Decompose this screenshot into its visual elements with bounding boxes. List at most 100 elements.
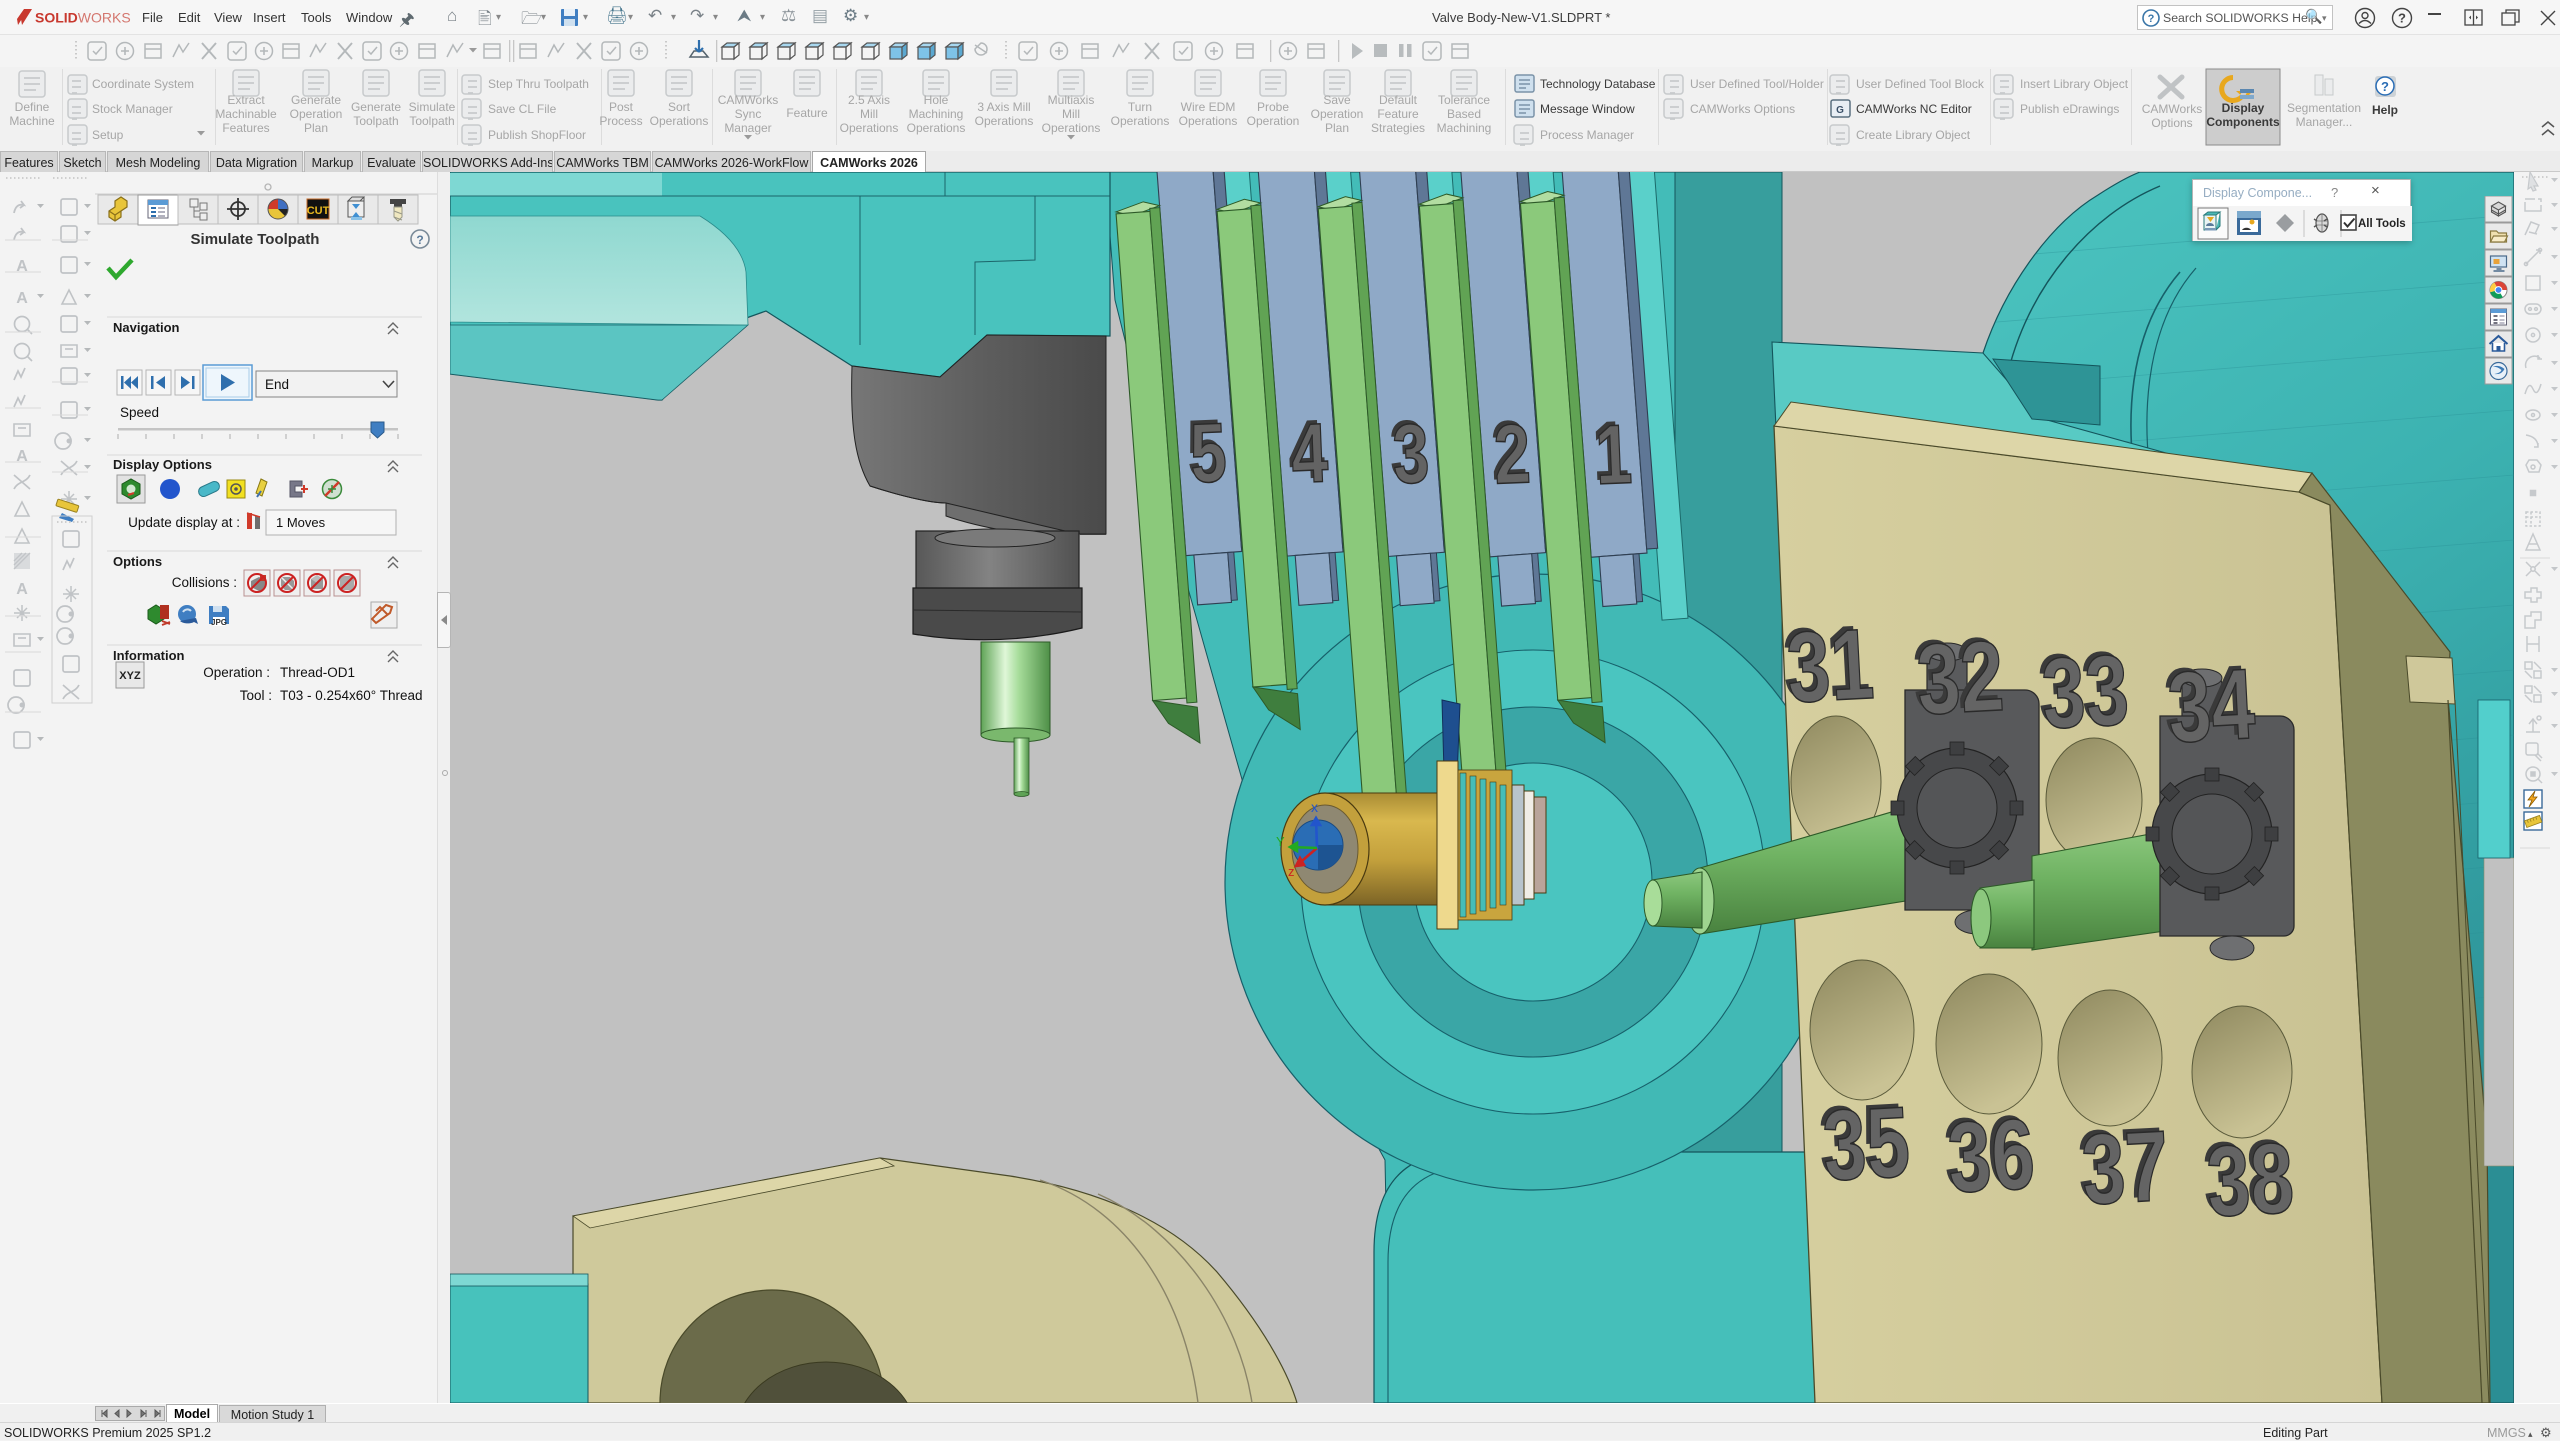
svg-text:JPG: JPG xyxy=(211,618,227,627)
svg-text:Multiaxis: Multiaxis xyxy=(1048,93,1095,107)
svg-text:All Tools: All Tools xyxy=(2358,218,2406,230)
svg-text:Generate: Generate xyxy=(291,93,341,107)
svg-text:Process: Process xyxy=(599,114,642,128)
svg-text:Feature: Feature xyxy=(786,106,828,120)
svg-text:End: End xyxy=(265,377,289,392)
svg-text:Segmentation: Segmentation xyxy=(2287,101,2361,115)
svg-text:Speed: Speed xyxy=(120,405,159,420)
svg-text:Display Options: Display Options xyxy=(113,457,212,472)
svg-text:Manager: Manager xyxy=(724,121,771,135)
svg-text:Plan: Plan xyxy=(304,121,328,135)
svg-text:Operations: Operations xyxy=(1111,114,1170,128)
svg-text:Mill: Mill xyxy=(1062,107,1080,121)
svg-text:Post: Post xyxy=(609,100,634,114)
svg-text:38: 38 xyxy=(2204,1123,2296,1239)
svg-text:?: ? xyxy=(2398,11,2406,26)
svg-text:Save: Save xyxy=(1323,93,1351,107)
svg-text:Probe: Probe xyxy=(1257,100,1289,114)
svg-text:Tool :: Tool : xyxy=(240,688,272,703)
svg-text:1: 1 xyxy=(1593,407,1633,502)
svg-text:3 Axis Mill: 3 Axis Mill xyxy=(977,100,1030,114)
svg-text:Operations: Operations xyxy=(650,114,709,128)
svg-text:Tolerance: Tolerance xyxy=(1438,93,1490,107)
svg-text:Manager...: Manager... xyxy=(2296,115,2353,129)
svg-text:Operation :: Operation : xyxy=(203,665,270,680)
svg-text:34: 34 xyxy=(2165,649,2258,765)
svg-text:Operation: Operation xyxy=(1311,107,1364,121)
svg-text:Generate: Generate xyxy=(351,100,401,114)
svg-text:Operation: Operation xyxy=(290,107,343,121)
svg-text:T03 - 0.254x60° Thread: T03 - 0.254x60° Thread xyxy=(280,688,423,703)
svg-text:Define: Define xyxy=(15,100,50,114)
svg-text:Mill: Mill xyxy=(860,107,878,121)
svg-text:Simulate Toolpath: Simulate Toolpath xyxy=(191,231,320,248)
svg-text:CAMWorks Options: CAMWorks Options xyxy=(1690,102,1795,116)
svg-text:Simulate: Simulate xyxy=(409,100,456,114)
svg-text:Options: Options xyxy=(113,554,162,569)
svg-text:Default: Default xyxy=(1379,93,1418,107)
svg-text:SOLIDWORKS: SOLIDWORKS xyxy=(35,10,131,26)
svg-text:Toolpath: Toolpath xyxy=(353,114,398,128)
svg-text:Sync: Sync xyxy=(735,107,762,121)
svg-text:35: 35 xyxy=(1820,1087,1912,1203)
svg-text:Publish eDrawings: Publish eDrawings xyxy=(2020,102,2119,116)
svg-text:Plan: Plan xyxy=(1325,121,1349,135)
svg-text:Operations: Operations xyxy=(840,121,899,135)
svg-text:x: x xyxy=(1311,799,1318,815)
svg-text:3: 3 xyxy=(1391,406,1431,501)
svg-text:XYZ: XYZ xyxy=(119,670,141,682)
svg-text:CAMWorks: CAMWorks xyxy=(718,93,778,107)
svg-text:Sort: Sort xyxy=(668,100,691,114)
svg-text:Operations: Operations xyxy=(1042,121,1101,135)
svg-text:2: 2 xyxy=(1492,406,1532,501)
svg-text:CAMWorks NC Editor: CAMWorks NC Editor xyxy=(1856,102,1972,116)
svg-text:Operations: Operations xyxy=(907,121,966,135)
svg-text:Options: Options xyxy=(2151,116,2192,130)
svg-text:Coordinate System: Coordinate System xyxy=(92,77,194,91)
svg-text:Save CL File: Save CL File xyxy=(488,102,557,116)
svg-text:Machining: Machining xyxy=(909,107,964,121)
svg-text:z: z xyxy=(1288,864,1295,879)
svg-text:CAMWorks: CAMWorks xyxy=(2142,102,2202,116)
svg-text:Create Library Object: Create Library Object xyxy=(1856,128,1971,142)
svg-text:A: A xyxy=(16,290,28,307)
svg-text:Machinable: Machinable xyxy=(215,107,277,121)
svg-text:2.5 Axis: 2.5 Axis xyxy=(848,93,890,107)
svg-text:Setup: Setup xyxy=(92,128,124,142)
svg-text:Display: Display xyxy=(2222,101,2265,115)
svg-text:Operation: Operation xyxy=(1247,114,1300,128)
svg-text:?: ? xyxy=(2148,13,2155,25)
svg-text:Help: Help xyxy=(2372,103,2398,117)
svg-text:Machining: Machining xyxy=(1437,121,1492,135)
svg-text:Collisions :: Collisions : xyxy=(172,575,237,590)
svg-text:Based: Based xyxy=(1447,107,1481,121)
svg-text:Machine: Machine xyxy=(9,114,55,128)
svg-text:Hole: Hole xyxy=(924,93,949,107)
svg-text:Components: Components xyxy=(2206,115,2280,129)
svg-text:31: 31 xyxy=(1784,609,1876,725)
svg-text:Update display at :: Update display at : xyxy=(128,515,240,530)
svg-text:Process Manager: Process Manager xyxy=(1540,128,1634,142)
svg-text:Thread-OD1: Thread-OD1 xyxy=(280,665,355,680)
svg-text:User Defined Tool Block: User Defined Tool Block xyxy=(1856,77,1985,91)
svg-text:Stock Manager: Stock Manager xyxy=(92,102,173,116)
svg-text:37: 37 xyxy=(2079,1111,2171,1227)
svg-text:4: 4 xyxy=(1289,406,1329,501)
svg-text:32: 32 xyxy=(1914,621,2006,737)
svg-text:G: G xyxy=(1836,105,1844,116)
svg-text:User Defined Tool/Holder: User Defined Tool/Holder xyxy=(1690,77,1824,91)
svg-text:Information: Information xyxy=(113,648,185,663)
svg-text:Technology Database: Technology Database xyxy=(1540,77,1656,91)
svg-text:Toolpath: Toolpath xyxy=(409,114,454,128)
svg-text:Insert Library Object: Insert Library Object xyxy=(2020,77,2129,91)
svg-text:Strategies: Strategies xyxy=(1371,121,1425,135)
svg-text:Wire EDM: Wire EDM xyxy=(1181,100,1236,114)
svg-text:A: A xyxy=(16,581,28,598)
svg-text:33: 33 xyxy=(2039,635,2131,751)
svg-text:Operations: Operations xyxy=(975,114,1034,128)
svg-text:Extract: Extract xyxy=(227,93,265,107)
svg-text:Feature: Feature xyxy=(1377,107,1419,121)
svg-text:CUT: CUT xyxy=(307,205,330,217)
svg-text:5: 5 xyxy=(1188,405,1228,500)
svg-text:Operations: Operations xyxy=(1179,114,1238,128)
